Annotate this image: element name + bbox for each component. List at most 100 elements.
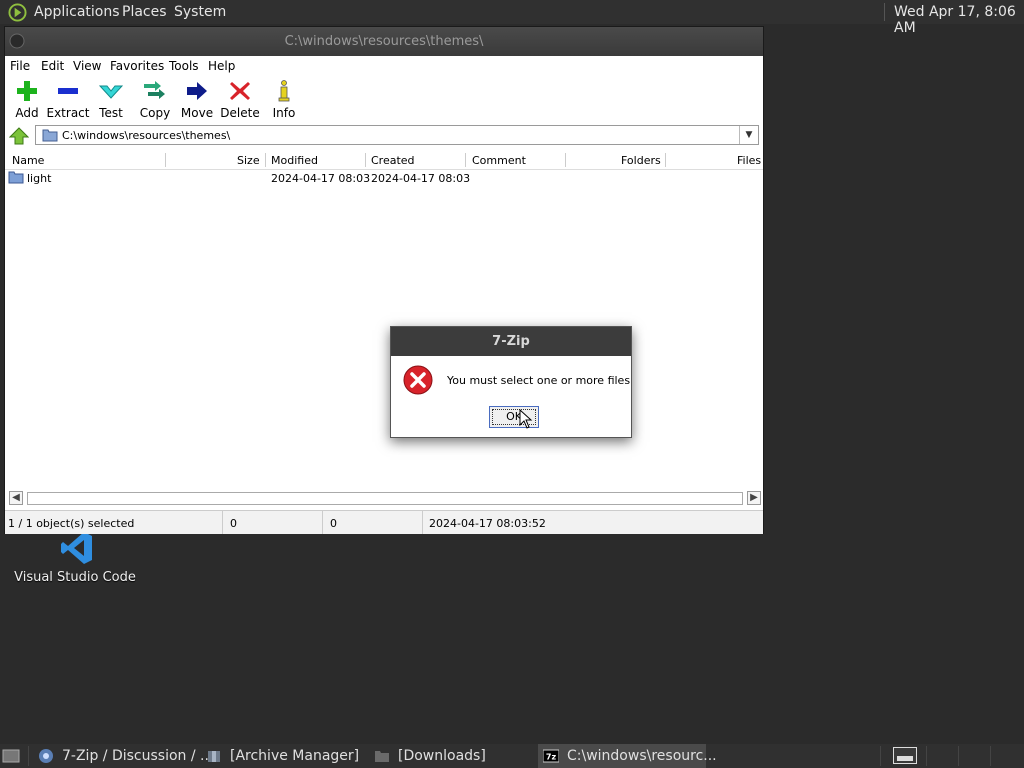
menu-tools[interactable]: Tools	[169, 59, 199, 73]
system-menu[interactable]: System	[174, 4, 226, 20]
archive-icon	[208, 751, 220, 762]
taskbar-label: [Downloads]	[398, 748, 486, 764]
places-menu[interactable]: Places	[122, 4, 167, 20]
menu-file[interactable]: File	[10, 59, 30, 73]
column-separator	[365, 153, 366, 167]
copy-button[interactable]: Copy	[133, 78, 177, 120]
extract-label: Extract	[46, 106, 90, 120]
copy-label: Copy	[139, 106, 171, 120]
move-label: Move	[180, 106, 214, 120]
delete-button[interactable]: Delete	[218, 78, 262, 120]
status-packed: 0	[330, 517, 337, 530]
info-button[interactable]: Info	[262, 78, 306, 120]
show-desktop-icon[interactable]	[2, 748, 20, 764]
folder-icon	[375, 751, 389, 762]
clock[interactable]: Wed Apr 17, 8:06 AM	[894, 4, 1024, 36]
address-path: C:\windows\resources\themes\	[62, 129, 231, 142]
info-icon	[278, 80, 290, 102]
7zip-file-manager-window: C:\windows\resources\themes\ File Edit V…	[4, 26, 764, 534]
column-folders[interactable]: Folders	[621, 154, 661, 167]
delete-label: Delete	[220, 106, 260, 120]
error-dialog: 7-Zip You must select one or more files …	[390, 326, 632, 438]
address-bar: C:\windows\resources\themes\ ▼	[5, 124, 763, 148]
up-folder-icon[interactable]	[9, 127, 29, 145]
workspace-divider	[958, 746, 959, 766]
status-separator	[222, 511, 223, 534]
panel-separator	[28, 746, 29, 766]
bottom-panel: 7-Zip / Discussion / ... [Archive Manage…	[0, 744, 1024, 768]
7zip-icon: 7z	[543, 749, 559, 763]
dialog-message: You must select one or more files	[447, 374, 631, 387]
column-created[interactable]: Created	[371, 154, 415, 167]
status-separator	[422, 511, 423, 534]
cell-created: 2024-04-17 08:03	[371, 172, 471, 185]
test-label: Test	[99, 106, 123, 120]
error-icon	[403, 365, 433, 395]
column-size[interactable]: Size	[237, 154, 260, 167]
distro-logo-icon[interactable]	[8, 3, 27, 22]
panel-separator	[884, 3, 885, 21]
menu-view[interactable]: View	[73, 59, 101, 73]
column-separator	[465, 153, 466, 167]
chevron-down-icon[interactable]: ▼	[739, 126, 758, 144]
window-title: C:\windows\resources\themes\	[284, 34, 484, 49]
toolbar: Add Extract Test Copy Move Delete Info	[5, 76, 763, 122]
scroll-left-icon[interactable]: ◀	[9, 491, 23, 505]
workspace-divider	[926, 746, 927, 766]
window-titlebar[interactable]: C:\windows\resources\themes\	[5, 27, 763, 56]
column-separator	[565, 153, 566, 167]
applications-menu[interactable]: Applications	[34, 4, 120, 20]
folder-icon	[8, 171, 24, 184]
status-size: 0	[230, 517, 237, 530]
menu-help[interactable]: Help	[208, 59, 235, 73]
double-arrow-icon	[144, 81, 165, 99]
arrow-right-icon	[187, 82, 207, 100]
dialog-title[interactable]: 7-Zip	[391, 327, 631, 356]
taskbar-label: C:\windows\resourc...	[567, 748, 717, 764]
workspace-switcher-icon[interactable]	[893, 747, 917, 764]
status-selected: 1 / 1 object(s) selected	[8, 517, 135, 530]
column-name[interactable]: Name	[12, 154, 44, 167]
browser-icon	[39, 749, 53, 763]
horizontal-scrollbar[interactable]: ◀ ▶	[9, 491, 761, 507]
minus-icon	[58, 88, 78, 94]
info-label: Info	[272, 106, 296, 120]
mouse-cursor-icon	[519, 409, 533, 429]
scroll-track[interactable]	[27, 492, 743, 505]
check-icon	[99, 85, 123, 99]
plus-icon	[17, 81, 37, 101]
column-separator	[265, 153, 266, 167]
cell-name: light	[27, 172, 52, 185]
workspace-divider	[990, 746, 991, 766]
add-label: Add	[15, 106, 39, 120]
top-panel: Applications Places System Wed Apr 17, 8…	[0, 0, 1024, 36]
file-list-header: Name Size Modified Created Comment Folde…	[5, 151, 763, 170]
status-bar: 1 / 1 object(s) selected 0 0 2024-04-17 …	[5, 510, 763, 534]
move-button[interactable]: Move	[175, 78, 219, 120]
scroll-right-icon[interactable]: ▶	[747, 491, 761, 505]
test-button[interactable]: Test	[89, 78, 133, 120]
svg-text:7z: 7z	[546, 753, 557, 762]
extract-button[interactable]: Extract	[46, 78, 90, 120]
column-comment[interactable]: Comment	[472, 154, 526, 167]
taskbar-item-7zip[interactable]: 7z C:\windows\resourc...	[538, 744, 717, 768]
menu-bar: File Edit View Favorites Tools Help	[5, 56, 763, 76]
column-separator	[165, 153, 166, 167]
table-row[interactable]: light 2024-04-17 08:03 2024-04-17 08:03	[5, 170, 763, 186]
taskbar-label: [Archive Manager]	[230, 748, 360, 764]
cell-modified: 2024-04-17 08:03	[271, 172, 371, 185]
menu-edit[interactable]: Edit	[41, 59, 64, 73]
desktop-icon-vscode[interactable]: Visual Studio Code	[10, 530, 140, 590]
column-files[interactable]: Files	[737, 154, 761, 167]
panel-separator	[880, 746, 881, 766]
taskbar-item-downloads[interactable]: [Downloads]	[374, 744, 534, 768]
taskbar-item-browser[interactable]: 7-Zip / Discussion / ...	[38, 744, 213, 768]
file-list[interactable]: Name Size Modified Created Comment Folde…	[5, 151, 763, 493]
menu-favorites[interactable]: Favorites	[110, 59, 164, 73]
column-separator	[665, 153, 666, 167]
taskbar-item-archive-manager[interactable]: [Archive Manager]	[206, 744, 366, 768]
address-field[interactable]: C:\windows\resources\themes\ ▼	[35, 125, 759, 145]
column-modified[interactable]: Modified	[271, 154, 318, 167]
add-button[interactable]: Add	[5, 78, 49, 120]
folder-icon	[42, 129, 58, 142]
